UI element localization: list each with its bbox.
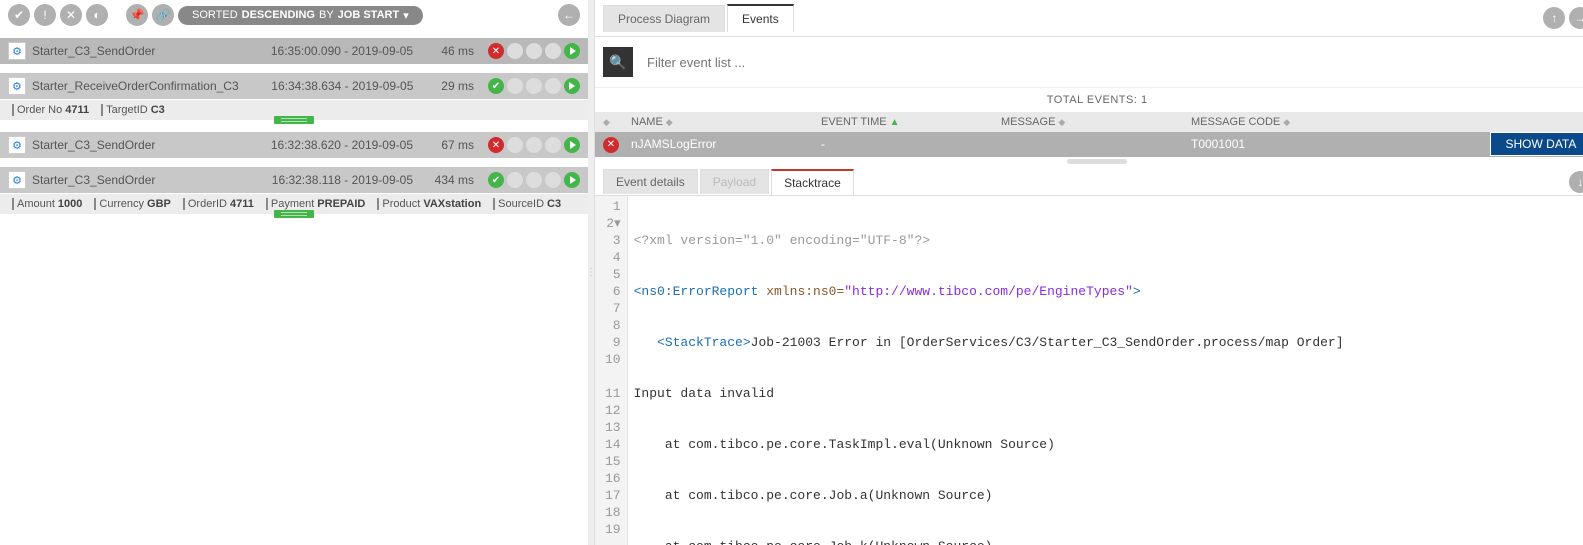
- job-row[interactable]: ⚙ Starter_ReceiveOrderConfirmation_C3 16:3…: [0, 73, 588, 100]
- play-icon[interactable]: [564, 172, 580, 188]
- tab-payload: Payload: [700, 169, 769, 194]
- tab-process-diagram[interactable]: Process Diagram: [603, 5, 725, 32]
- job-name: Starter_ReceiveOrderConfirmation_C3: [32, 79, 239, 93]
- sort-pill[interactable]: SORTED DESCENDING BY JOB START ▾: [178, 6, 423, 25]
- search-icon[interactable]: 🔍: [603, 47, 633, 77]
- event-name: nJAMSLogError: [631, 137, 821, 151]
- col-message[interactable]: MESSAGE ◆: [1001, 116, 1191, 128]
- tab-events[interactable]: Events: [727, 4, 794, 32]
- tag: Product VAXstation: [373, 198, 485, 210]
- placeholder-icon: [545, 137, 561, 153]
- placeholder-icon: [526, 137, 542, 153]
- event-code: T0001001: [1191, 137, 1471, 151]
- detail-tabs: Event details Payload Stacktrace ↓: [595, 167, 1583, 196]
- job-time: 16:34:38.634 - 2019-09-05: [245, 79, 414, 93]
- error-icon: ✕: [603, 137, 619, 153]
- pin-icon[interactable]: 📌: [126, 4, 148, 26]
- gear-icon: ⚙: [8, 136, 26, 154]
- tag: OrderID 4711: [179, 198, 258, 210]
- clock-icon[interactable]: ◐: [86, 4, 108, 26]
- nav-right-icon[interactable]: →: [1569, 7, 1583, 29]
- job-duration: 29 ms: [419, 79, 474, 93]
- ok-icon: ✔: [488, 78, 504, 94]
- placeholder-icon: [526, 78, 542, 94]
- expand-handle[interactable]: [274, 210, 314, 218]
- tag: Order No 4711: [8, 104, 93, 116]
- exclamation-icon[interactable]: !: [34, 4, 56, 26]
- filter-input[interactable]: [641, 49, 1583, 76]
- event-row[interactable]: ✕ nJAMSLogError - T0001001 SHOW DATA: [595, 132, 1583, 157]
- placeholder-icon: [526, 172, 542, 188]
- col-time[interactable]: EVENT TIME ▲: [821, 116, 1001, 128]
- job-name: Starter_C3_SendOrder: [32, 173, 237, 187]
- placeholder-icon: [507, 137, 523, 153]
- stacktrace-code[interactable]: 12▾345678910111213141516171819 <?xml ver…: [595, 196, 1583, 545]
- placeholder-icon: [545, 78, 561, 94]
- chain-icon[interactable]: 🔗: [152, 4, 174, 26]
- job-row[interactable]: ⚙ Starter_C3_SendOrder 16:35:00.090 - 2019…: [0, 38, 588, 65]
- filter-row: 🔍: [595, 37, 1583, 88]
- play-icon[interactable]: [564, 43, 580, 59]
- job-duration: 46 ms: [419, 44, 474, 58]
- error-icon: ✕: [488, 43, 504, 59]
- job-time: 16:32:38.620 - 2019-09-05: [243, 138, 413, 152]
- job-toolbar: ✔ ! ✕ ◐ 📌 🔗 SORTED DESCENDING BY JOB STA…: [0, 0, 588, 30]
- tag: Payment PREPAID: [262, 198, 370, 210]
- job-name: Starter_C3_SendOrder: [32, 44, 237, 58]
- close-icon[interactable]: ✕: [60, 4, 82, 26]
- chevron-down-icon: ▾: [403, 9, 409, 22]
- event-panel: Process Diagram Events ↑ → 🔍 TOTAL EVENT…: [594, 0, 1583, 545]
- events-total: TOTAL EVENTS: 1: [595, 88, 1583, 112]
- job-duration: 67 ms: [419, 138, 474, 152]
- tag: Currency GBP: [90, 198, 174, 210]
- code-content[interactable]: <?xml version="1.0" encoding="UTF-8"?> <…: [628, 196, 1583, 545]
- play-icon[interactable]: [564, 137, 580, 153]
- gear-icon: ⚙: [8, 171, 26, 189]
- placeholder-icon: [545, 43, 561, 59]
- collapse-icon[interactable]: ↓: [1569, 171, 1583, 193]
- back-icon[interactable]: ←: [558, 4, 580, 26]
- placeholder-icon: [545, 172, 561, 188]
- show-data-button[interactable]: SHOW DATA: [1490, 132, 1583, 156]
- right-tabs: Process Diagram Events ↑ →: [595, 0, 1583, 37]
- events-table: ◆ NAME ◆ EVENT TIME ▲ MESSAGE ◆ MESSAGE …: [595, 112, 1583, 157]
- placeholder-icon: [507, 78, 523, 94]
- placeholder-icon: [507, 43, 523, 59]
- tab-event-details[interactable]: Event details: [603, 169, 698, 194]
- col-message-code[interactable]: MESSAGE CODE ◆: [1191, 116, 1471, 128]
- play-icon[interactable]: [564, 78, 580, 94]
- job-time: 16:35:00.090 - 2019-09-05: [243, 44, 413, 58]
- expand-handle[interactable]: [274, 116, 314, 124]
- job-row[interactable]: ⚙ Starter_C3_SendOrder 16:32:38.118 - 2019…: [0, 167, 588, 194]
- check-icon[interactable]: ✔: [8, 4, 30, 26]
- tag: Amount 1000: [8, 198, 86, 210]
- line-gutter: 12▾345678910111213141516171819: [595, 196, 628, 545]
- error-icon: ✕: [488, 137, 504, 153]
- tab-stacktrace[interactable]: Stacktrace: [771, 169, 854, 195]
- tag: SourceID C3: [489, 198, 565, 210]
- nav-up-icon[interactable]: ↑: [1543, 7, 1565, 29]
- tag: TargetID C3: [97, 104, 169, 116]
- placeholder-icon: [526, 43, 542, 59]
- col-name[interactable]: NAME ◆: [631, 116, 821, 128]
- job-time: 16:32:38.118 - 2019-09-05: [243, 173, 413, 187]
- job-row[interactable]: ⚙ Starter_C3_SendOrder 16:32:38.620 - 2019…: [0, 132, 588, 159]
- events-header-row: ◆ NAME ◆ EVENT TIME ▲ MESSAGE ◆ MESSAGE …: [595, 112, 1583, 132]
- job-list-panel: ✔ ! ✕ ◐ 📌 🔗 SORTED DESCENDING BY JOB STA…: [0, 0, 588, 545]
- event-time: -: [821, 137, 1001, 151]
- job-name: Starter_C3_SendOrder: [32, 138, 237, 152]
- horizontal-resize-handle[interactable]: [595, 157, 1583, 167]
- gear-icon: ⚙: [8, 42, 26, 60]
- gear-icon: ⚙: [8, 77, 26, 95]
- job-duration: 434 ms: [419, 173, 474, 187]
- placeholder-icon: [507, 172, 523, 188]
- ok-icon: ✔: [488, 172, 504, 188]
